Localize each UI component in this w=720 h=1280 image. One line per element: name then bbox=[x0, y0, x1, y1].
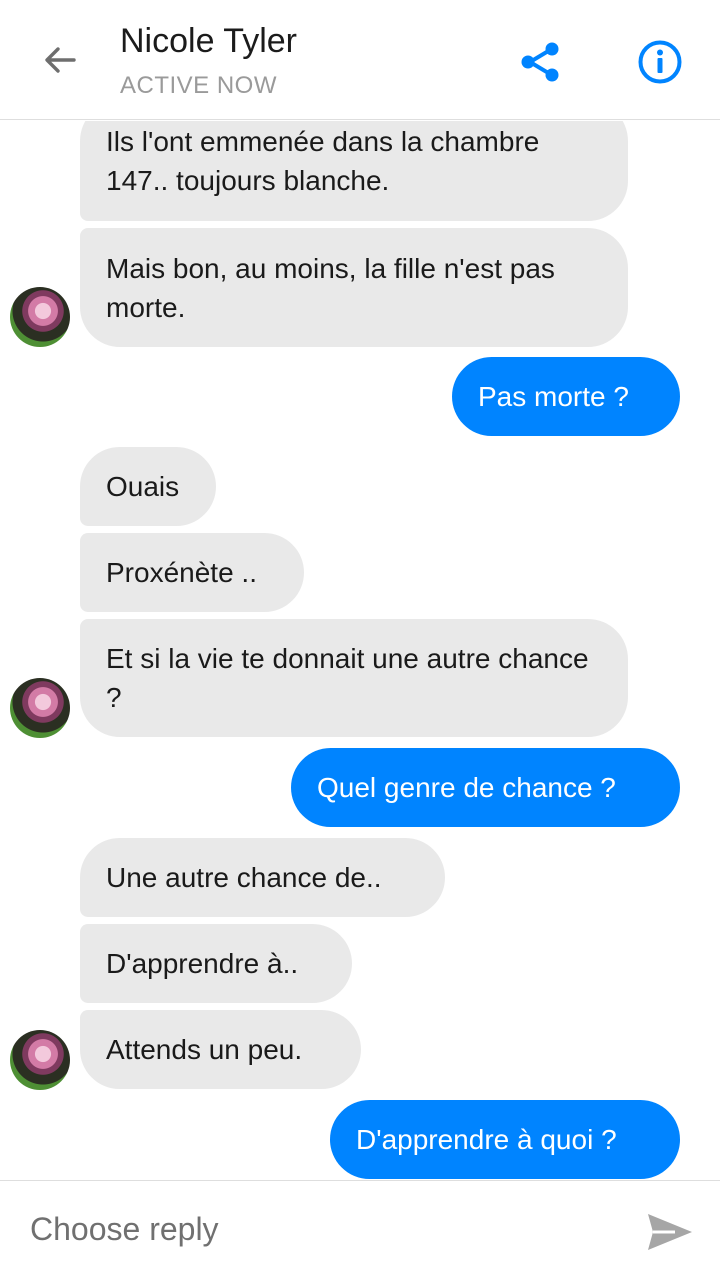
message-text: Pas morte ? bbox=[478, 381, 629, 412]
message-bubble-incoming[interactable]: Ouais bbox=[80, 447, 216, 526]
message-bubble-outgoing[interactable]: Quel genre de chance ? bbox=[291, 748, 680, 827]
message-text: Proxénète .. bbox=[106, 557, 257, 588]
message-bubble-incoming[interactable]: Ils l'ont emmenée dans la chambre 147.. … bbox=[80, 121, 628, 221]
message-thread[interactable]: Ils l'ont emmenée dans la chambre 147.. … bbox=[0, 121, 720, 1180]
info-button[interactable] bbox=[630, 32, 690, 92]
message-bubble-outgoing[interactable]: D'apprendre à quoi ? bbox=[330, 1100, 680, 1179]
back-button[interactable] bbox=[28, 28, 92, 92]
send-button[interactable] bbox=[640, 1205, 700, 1259]
arrow-left-icon bbox=[45, 47, 76, 73]
message-bubble-incoming[interactable]: Et si la vie te donnait une autre chance… bbox=[80, 619, 628, 737]
send-icon bbox=[648, 1214, 692, 1250]
contact-avatar[interactable] bbox=[10, 1030, 70, 1090]
share-icon bbox=[521, 42, 559, 82]
message-text: D'apprendre à.. bbox=[106, 948, 299, 979]
message-text: Une autre chance de.. bbox=[106, 862, 382, 893]
message-bubble-incoming[interactable]: Proxénète .. bbox=[80, 533, 304, 612]
contact-avatar[interactable] bbox=[10, 678, 70, 738]
reply-input[interactable]: Choose reply bbox=[30, 1211, 219, 1248]
message-text: Ils l'ont emmenée dans la chambre 147.. … bbox=[106, 126, 540, 196]
message-bubble-incoming[interactable]: Mais bon, au moins, la fille n'est pas m… bbox=[80, 228, 628, 347]
message-bubble-incoming[interactable]: Attends un peu. bbox=[80, 1010, 361, 1089]
message-text: Quel genre de chance ? bbox=[317, 772, 616, 803]
message-text: Et si la vie te donnait une autre chance… bbox=[106, 643, 589, 713]
active-status: ACTIVE NOW bbox=[120, 72, 278, 99]
message-text: D'apprendre à quoi ? bbox=[356, 1124, 617, 1155]
info-icon bbox=[638, 40, 682, 84]
share-button[interactable] bbox=[510, 32, 570, 92]
message-bubble-incoming[interactable]: D'apprendre à.. bbox=[80, 924, 352, 1003]
reply-composer: Choose reply bbox=[0, 1180, 720, 1280]
message-text: Mais bon, au moins, la fille n'est pas m… bbox=[106, 252, 555, 323]
message-bubble-incoming[interactable]: Une autre chance de.. bbox=[80, 838, 445, 917]
message-text: Ouais bbox=[106, 471, 180, 502]
contact-name[interactable]: Nicole Tyler bbox=[120, 22, 297, 61]
message-text: Attends un peu. bbox=[106, 1034, 303, 1065]
contact-avatar[interactable] bbox=[10, 287, 70, 347]
message-bubble-outgoing[interactable]: Pas morte ? bbox=[452, 357, 680, 436]
chat-header: Nicole Tyler ACTIVE NOW bbox=[0, 0, 720, 120]
